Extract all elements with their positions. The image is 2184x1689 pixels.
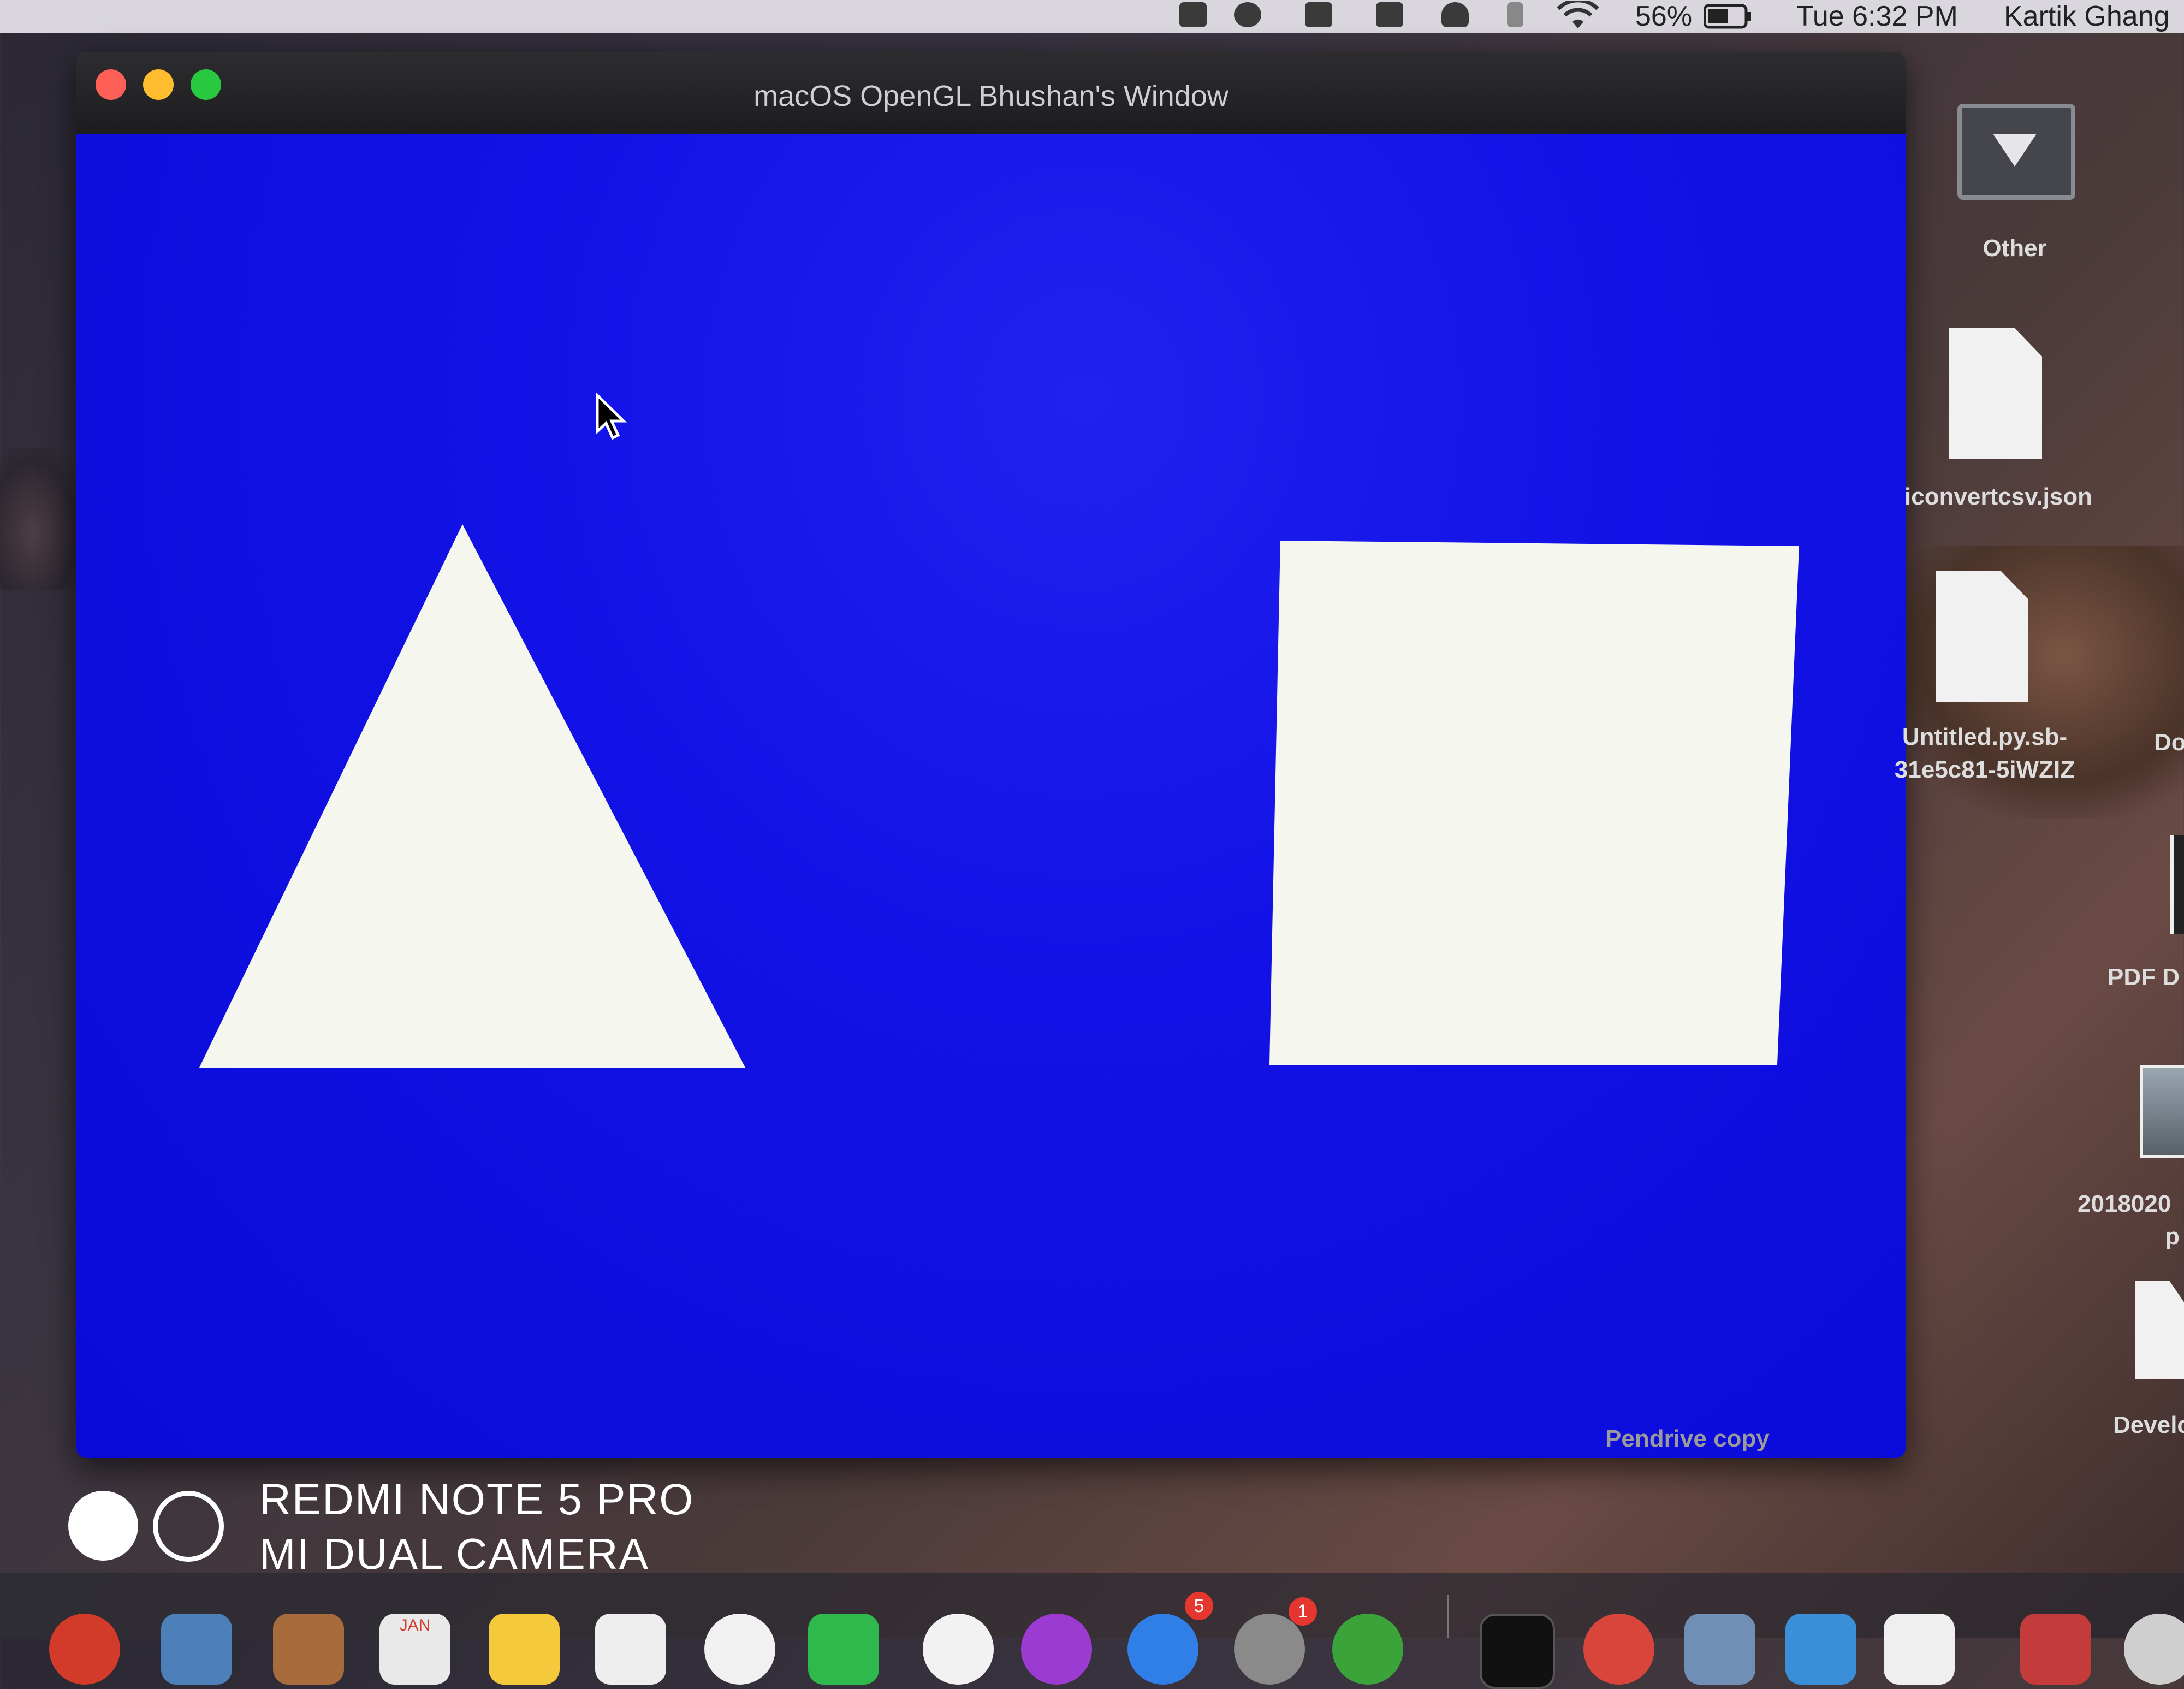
podcasts-icon[interactable]	[1021, 1614, 1092, 1685]
desktop-label-other[interactable]: Other	[1944, 235, 2086, 262]
watermark-filled-circle	[68, 1491, 138, 1561]
dev-file-icon[interactable]	[2135, 1281, 2184, 1379]
app-store-badge: 5	[1185, 1592, 1213, 1620]
opera-icon[interactable]	[49, 1614, 120, 1685]
bluetooth-icon[interactable]	[1507, 2, 1523, 27]
desktop-label-develo[interactable]: Develo	[2113, 1412, 2184, 1439]
window-titlebar[interactable]: macOS OpenGL Bhushan's Window	[76, 52, 1906, 134]
python-file-icon[interactable]	[1936, 571, 2028, 702]
watermark-line2: MI DUAL CAMERA	[259, 1530, 650, 1578]
desktop-label-untitled-1[interactable]: Untitled.py.sb-	[1878, 724, 2091, 751]
image-file-icon[interactable]	[2140, 1065, 2184, 1158]
system-preferences-icon[interactable]	[1234, 1614, 1305, 1685]
watermark-line1: REDMI NOTE 5 PRO	[259, 1475, 695, 1524]
alert-icon[interactable]	[1441, 2, 1469, 27]
menu-bar: 56% Tue 6:32 PM Kartik Ghang	[0, 0, 2184, 33]
wallpaper-cliff	[0, 448, 82, 590]
terminal-icon[interactable]	[1480, 1614, 1555, 1689]
xcode-icon[interactable]	[1785, 1614, 1856, 1685]
mouse-cursor-icon	[596, 393, 627, 440]
preview-icon[interactable]	[1684, 1614, 1755, 1685]
window-title: macOS OpenGL Bhushan's Window	[753, 80, 1228, 112]
menu-user-name[interactable]: Kartik Ghang	[2004, 0, 2170, 33]
battery-icon[interactable]	[1704, 2, 1753, 31]
facetime-icon[interactable]	[808, 1614, 879, 1685]
photos-icon[interactable]	[704, 1614, 775, 1685]
notes-icon[interactable]	[489, 1614, 560, 1685]
mail-icon[interactable]	[161, 1614, 232, 1685]
document-app-icon[interactable]	[1884, 1614, 1955, 1685]
opengl-scene	[199, 524, 1799, 1068]
wifi-icon[interactable]	[1556, 1, 1600, 32]
opengl-window: macOS OpenGL Bhushan's Window	[76, 52, 1906, 1458]
menu-extra-icon[interactable]	[1305, 2, 1332, 27]
desktop-label-date-2[interactable]: p	[2165, 1223, 2184, 1251]
notes-app-icon[interactable]	[273, 1614, 344, 1685]
notification-icon[interactable]	[1179, 2, 1207, 27]
toolbox-icon[interactable]	[2020, 1614, 2091, 1685]
grid-icon[interactable]	[1376, 2, 1403, 27]
reminders-icon[interactable]	[595, 1614, 666, 1685]
utorrent-icon[interactable]	[1332, 1614, 1403, 1685]
calendar-icon[interactable]: JAN	[379, 1614, 450, 1685]
desktop-label-date-1[interactable]: 2018020	[2078, 1190, 2184, 1218]
json-file-icon[interactable]	[1949, 328, 2042, 459]
opengl-canvas[interactable]	[76, 134, 1906, 1458]
desktop-label-pendrive[interactable]: Pendrive copy	[1605, 1425, 1770, 1453]
app-store-icon[interactable]	[1127, 1614, 1198, 1685]
watermark-ring-circle	[153, 1491, 224, 1562]
desktop-label-do[interactable]: Do	[2154, 729, 2184, 756]
white-square	[1269, 541, 1799, 1065]
download-arrow-icon	[1993, 134, 2037, 167]
desktop-label-untitled-2[interactable]: 31e5c81-5iWZIZ	[1878, 756, 2091, 784]
battery-percent: 56%	[1635, 1, 1693, 32]
video-file-icon[interactable]	[2170, 835, 2184, 934]
dock-separator	[1447, 1595, 1449, 1638]
system-preferences-badge: 1	[1289, 1597, 1317, 1626]
white-triangle	[199, 524, 745, 1068]
itunes-icon[interactable]	[923, 1614, 994, 1685]
desktop-label-json[interactable]: iconvertcsv.json	[1884, 483, 2113, 511]
menu-clock[interactable]: Tue 6:32 PM	[1796, 0, 1958, 33]
desktop-label-pdf[interactable]: PDF D	[2108, 964, 2184, 991]
time-machine-icon[interactable]	[1234, 2, 1261, 27]
chrome-icon[interactable]	[1583, 1614, 1654, 1685]
